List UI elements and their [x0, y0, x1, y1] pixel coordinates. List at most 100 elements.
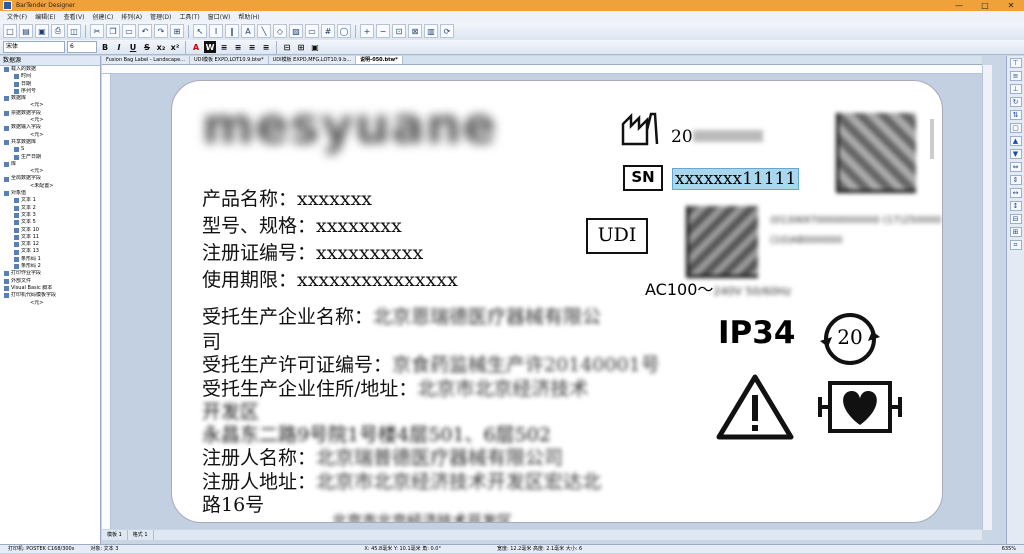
- udi-datamatrix-code[interactable]: [686, 206, 758, 278]
- license-line[interactable]: 受托生产许可证编号：京食药监械生产许20140001号: [202, 350, 660, 377]
- tree-item[interactable]: <元>: [0, 132, 100, 139]
- tree-item[interactable]: S: [0, 146, 100, 153]
- pointer-icon[interactable]: ↖: [193, 24, 207, 38]
- tree-item[interactable]: 文本 13: [0, 248, 100, 255]
- open-icon[interactable]: ▤: [19, 24, 33, 38]
- refresh-icon[interactable]: ⟳: [440, 24, 454, 38]
- subscript-button[interactable]: x₂: [155, 41, 167, 53]
- tree-item[interactable]: <元>: [0, 168, 100, 175]
- group-icon[interactable]: ▣: [309, 41, 321, 53]
- expiry-text[interactable]: 使用期限：xxxxxxxxxxxxxxx: [202, 265, 458, 292]
- snap-icon[interactable]: ⌗: [1009, 240, 1022, 250]
- new-icon[interactable]: □: [3, 24, 17, 38]
- center-horizontal-icon[interactable]: ⊟: [1009, 214, 1022, 224]
- tree-item[interactable]: 数据库: [0, 95, 100, 102]
- barcode-icon[interactable]: ‖: [225, 24, 239, 38]
- tree-item[interactable]: 库: [0, 161, 100, 168]
- registration-number-text[interactable]: 注册证编号：xxxxxxxxxx: [202, 238, 423, 265]
- tree-item[interactable]: 生产日期: [0, 154, 100, 161]
- menu-manage[interactable]: 管理(D): [146, 12, 175, 21]
- tree-item[interactable]: <未配置>: [0, 183, 100, 190]
- font-size-select[interactable]: 6: [67, 41, 97, 53]
- tab-template-1[interactable]: 模板 1: [102, 530, 128, 540]
- align-center-icon[interactable]: ≡: [232, 41, 244, 53]
- tree-item[interactable]: 全局数据字段: [0, 175, 100, 182]
- registrant-address-tail[interactable]: 路16号: [202, 490, 264, 517]
- tree-item[interactable]: 时间: [0, 73, 100, 80]
- menu-arrange[interactable]: 排列(A): [117, 12, 146, 21]
- tree-item[interactable]: <元>: [0, 300, 100, 307]
- tree-item[interactable]: 票据数据字段: [0, 110, 100, 117]
- flip-icon[interactable]: ⇅: [1009, 110, 1022, 120]
- model-text[interactable]: 型号、规格：xxxxxxxx: [202, 211, 402, 238]
- product-name-text[interactable]: 产品名称：xxxxxxx: [202, 184, 372, 211]
- tab-udi-template-2[interactable]: UDI模板 EXPD,MFG,LOT10.9.b...: [268, 56, 357, 64]
- strike-button[interactable]: S: [141, 41, 153, 53]
- cut-icon[interactable]: ✂: [90, 24, 104, 38]
- text-tool-icon[interactable]: A: [241, 24, 255, 38]
- menu-file[interactable]: 文件(F): [3, 12, 31, 21]
- rectangle-icon[interactable]: ▭: [305, 24, 319, 38]
- space-vertical-icon[interactable]: ⇕: [1009, 175, 1022, 185]
- tab-active-document[interactable]: 说明-050.btw*: [356, 56, 403, 64]
- align-top-icon[interactable]: ⊤: [1009, 58, 1022, 68]
- registrant-line[interactable]: 注册人名称：北京瑞普德医疗器械有限公司: [202, 443, 563, 470]
- tree-item[interactable]: <元>: [0, 102, 100, 109]
- tree-item[interactable]: 文本 5: [0, 219, 100, 226]
- paste-icon[interactable]: ▭: [122, 24, 136, 38]
- vertical-scrollbar[interactable]: [982, 65, 992, 530]
- menu-edit[interactable]: 编辑(E): [31, 12, 59, 21]
- menu-create[interactable]: 创建(C): [88, 12, 117, 21]
- menu-view[interactable]: 查看(V): [60, 12, 89, 21]
- tree-item[interactable]: 打印作业字段: [0, 270, 100, 277]
- status-zoom[interactable]: 635%: [994, 545, 1024, 553]
- tree-item[interactable]: 日期: [0, 81, 100, 88]
- tree-item[interactable]: 对象值: [0, 190, 100, 197]
- tree-item[interactable]: 条形码 2: [0, 263, 100, 270]
- shape-icon[interactable]: ◇: [273, 24, 287, 38]
- menu-help[interactable]: 帮助(H): [234, 12, 263, 21]
- send-back-icon[interactable]: ▼: [1009, 149, 1022, 159]
- font-name-select[interactable]: 宋体: [3, 41, 65, 53]
- copy-icon[interactable]: ❐: [106, 24, 120, 38]
- rotate-icon[interactable]: ↻: [1009, 97, 1022, 107]
- tree-item[interactable]: 文本 10: [0, 227, 100, 234]
- bottom-blurred-line[interactable]: 北京市北京经济技术开发区: [332, 510, 512, 522]
- page-icon[interactable]: ▥: [424, 24, 438, 38]
- tab-udi-template-1[interactable]: UDI模板 EXPD,LOT10.9.btw*: [189, 56, 269, 64]
- underline-button[interactable]: U: [127, 41, 139, 53]
- entrusted-name-line[interactable]: 受托生产企业名称：北京恩瑞德医疗器械有限公: [202, 302, 601, 329]
- align-bottom-icon[interactable]: ⊥: [1009, 84, 1022, 94]
- picture-icon[interactable]: ▨: [289, 24, 303, 38]
- tree-item[interactable]: 条形码 1: [0, 256, 100, 263]
- data-source-icon[interactable]: ⊞: [170, 24, 184, 38]
- minimize-button[interactable]: —: [946, 0, 972, 11]
- grid-icon[interactable]: #: [321, 24, 335, 38]
- redo-icon[interactable]: ↷: [154, 24, 168, 38]
- zoom-out-icon[interactable]: −: [376, 24, 390, 38]
- distribute-icon[interactable]: ⊞: [295, 41, 307, 53]
- ellipse-icon[interactable]: ◯: [337, 24, 351, 38]
- lock-icon[interactable]: ▢: [1009, 123, 1022, 133]
- tree-item[interactable]: 载入的数据: [0, 66, 100, 73]
- tree-item[interactable]: 文本 3: [0, 212, 100, 219]
- same-height-icon[interactable]: ↕: [1009, 201, 1022, 211]
- bold-button[interactable]: B: [99, 41, 111, 53]
- line-icon[interactable]: ╲: [257, 24, 271, 38]
- superscript-button[interactable]: x²: [169, 41, 181, 53]
- print-icon[interactable]: ⎙: [51, 24, 65, 38]
- close-button[interactable]: ✕: [998, 0, 1024, 11]
- save-icon[interactable]: ▣: [35, 24, 49, 38]
- justify-icon[interactable]: ≡: [260, 41, 272, 53]
- font-color-icon[interactable]: A: [190, 41, 202, 53]
- undo-icon[interactable]: ↶: [138, 24, 152, 38]
- tree-item[interactable]: Visual Basic 脚本: [0, 285, 100, 292]
- italic-button[interactable]: I: [113, 41, 125, 53]
- center-vertical-icon[interactable]: ⊞: [1009, 227, 1022, 237]
- align-middle-icon[interactable]: ≡: [1009, 71, 1022, 81]
- ip-rating-text[interactable]: IP34: [718, 315, 795, 351]
- tree-item[interactable]: 打印机代码模板字段: [0, 292, 100, 299]
- maximize-button[interactable]: □: [972, 0, 998, 11]
- tree-item[interactable]: 序列号: [0, 88, 100, 95]
- label-canvas[interactable]: mesyuane 产品名称：xxxxxxx 型号、规格：xxxxxxxx 注册证…: [171, 80, 943, 523]
